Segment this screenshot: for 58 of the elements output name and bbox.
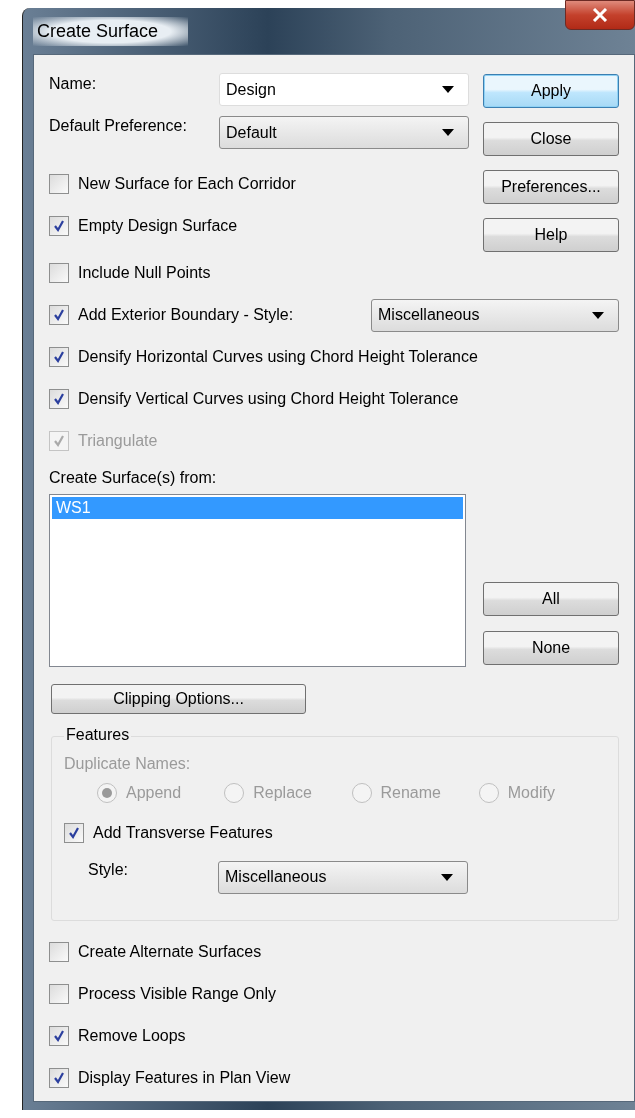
style-dropdown[interactable]: Miscellaneous	[371, 298, 619, 332]
dialog-button[interactable]: Help	[483, 218, 619, 252]
checkbox[interactable]	[49, 216, 69, 236]
checkbox[interactable]	[49, 347, 69, 367]
check-icon	[52, 1071, 66, 1085]
radio-label: Rename	[380, 784, 441, 802]
checkbox-label: Add Transverse Features	[93, 824, 273, 842]
preference-dropdown[interactable]: Default	[219, 116, 469, 149]
checkbox[interactable]	[49, 1026, 69, 1046]
checkbox-label: Densify Vertical Curves using Chord Height Tolerance	[78, 390, 459, 408]
dialog-button[interactable]: Close	[483, 122, 619, 156]
checkbox[interactable]	[49, 263, 69, 283]
checkbox-label: New Surface for Each Corridor	[78, 175, 296, 193]
checkbox-label: Add Exterior Boundary - Style:	[78, 306, 294, 324]
check-icon	[52, 350, 66, 364]
checkbox-label: Create Alternate Surfaces	[78, 943, 262, 961]
close-icon	[592, 8, 608, 22]
caret-icon	[442, 129, 454, 136]
caret-icon	[442, 86, 454, 93]
check-icon	[52, 308, 66, 322]
check-icon	[52, 392, 66, 406]
checkbox[interactable]	[49, 389, 69, 409]
name-combo[interactable]: Design	[219, 73, 469, 106]
caret-icon	[592, 311, 604, 319]
checkbox-label: Triangulate	[78, 432, 158, 450]
caret-icon	[441, 873, 453, 881]
dialog-button[interactable]: Preferences...	[483, 170, 619, 204]
checkbox[interactable]	[49, 984, 69, 1004]
radio-label: Replace	[253, 784, 312, 802]
checkbox[interactable]	[49, 305, 69, 325]
dialog-button[interactable]: Apply	[483, 74, 619, 108]
clipping-options-button[interactable]: Clipping Options...	[51, 684, 306, 714]
list-label: Create Surface(s) from:	[49, 468, 218, 488]
radio-label: Modify	[507, 784, 555, 802]
radio-label: Append	[126, 784, 182, 802]
checkbox-label: Include Null Points	[78, 264, 211, 282]
list-button[interactable]: None	[483, 631, 619, 665]
check-icon	[52, 219, 66, 233]
checkbox-label: Remove Loops	[78, 1027, 186, 1045]
checkbox[interactable]	[49, 942, 69, 962]
checkbox-label: Empty Design Surface	[78, 217, 238, 235]
duplicate-names-label: Duplicate Names:	[64, 754, 192, 774]
style-dropdown[interactable]: Miscellaneous	[218, 860, 468, 894]
checkbox[interactable]	[49, 1068, 69, 1088]
name-label: Name:	[49, 74, 98, 93]
checkbox[interactable]	[49, 174, 69, 194]
checkbox-label: Display Features in Plan View	[78, 1069, 291, 1087]
check-icon	[52, 434, 66, 448]
list-button[interactable]: All	[483, 582, 619, 616]
preference-label: Default Preference:	[49, 116, 188, 135]
style-label: Style:	[88, 860, 129, 879]
check-icon	[52, 1029, 66, 1043]
checkbox-label: Process Visible Range Only	[78, 985, 277, 1003]
close-button[interactable]	[565, 0, 635, 30]
checkbox[interactable]	[64, 823, 84, 843]
check-icon	[67, 826, 81, 840]
checkbox-label: Densify Horizontal Curves using Chord Height Tolerance	[78, 348, 478, 366]
window-title: Create Surface	[33, 16, 189, 46]
